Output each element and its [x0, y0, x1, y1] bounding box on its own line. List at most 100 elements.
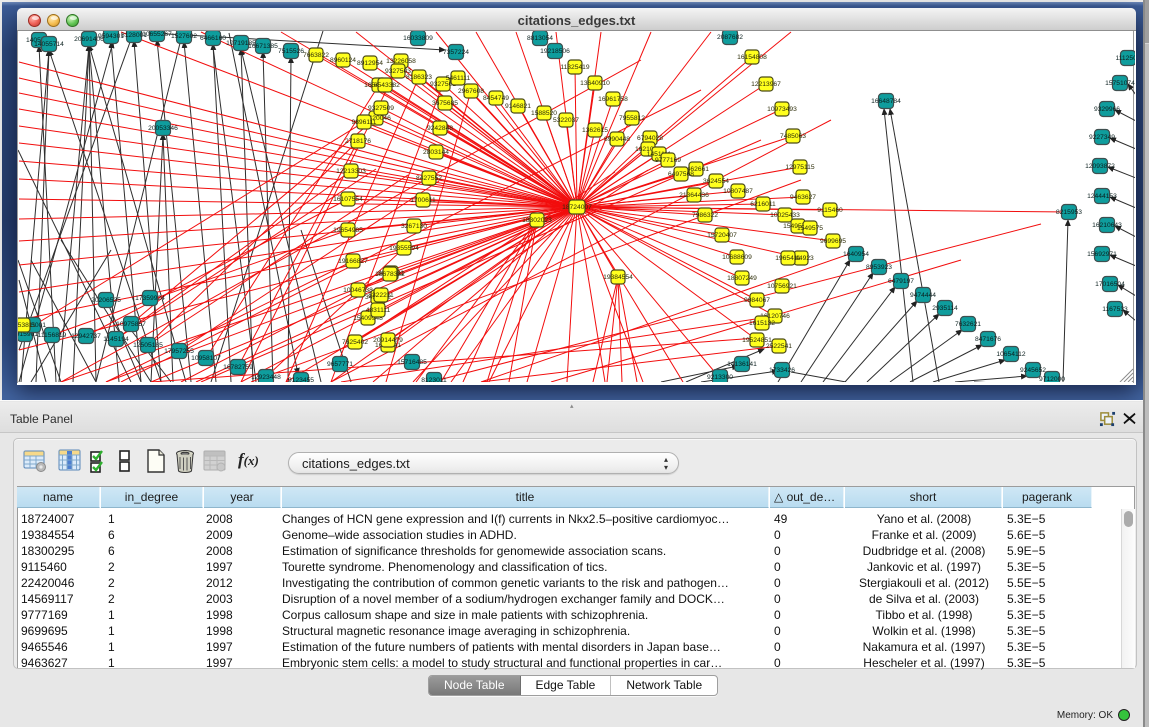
svg-text:10958107: 10958107 — [191, 355, 221, 362]
svg-text:7357224: 7357224 — [443, 49, 469, 56]
svg-text:1640954: 1640954 — [843, 251, 869, 258]
svg-text:7986322: 7986322 — [692, 212, 718, 219]
svg-text:6466160: 6466160 — [200, 35, 226, 42]
svg-text:16543382: 16543382 — [370, 82, 400, 89]
svg-text:9084067: 9084067 — [744, 297, 770, 304]
svg-text:6497568: 6497568 — [668, 171, 694, 178]
svg-text:7663822: 7663822 — [303, 52, 329, 59]
svg-text:10756921: 10756921 — [767, 283, 797, 290]
svg-text:18807249: 18807249 — [727, 275, 757, 282]
svg-text:2087682: 2087682 — [717, 34, 743, 41]
svg-text:1700611: 1700611 — [410, 197, 436, 204]
svg-text:7632621: 7632621 — [955, 321, 981, 328]
svg-text:19166827: 19166827 — [338, 258, 368, 265]
svg-text:7955812: 7955812 — [619, 115, 645, 122]
svg-text:12093872: 12093872 — [1085, 163, 1115, 170]
svg-text:20914479: 20914479 — [373, 337, 403, 344]
svg-text:16648784: 16648784 — [871, 98, 901, 105]
svg-text:19355594: 19355594 — [389, 245, 419, 252]
svg-text:7485063: 7485063 — [780, 133, 806, 140]
svg-text:15720407: 15720407 — [707, 232, 737, 239]
svg-text:9115460: 9115460 — [817, 207, 843, 214]
svg-text:21364436: 21364436 — [679, 192, 709, 199]
svg-text:2935114: 2935114 — [932, 305, 958, 312]
svg-text:8953923: 8953923 — [866, 264, 892, 271]
svg-text:1527602: 1527602 — [171, 33, 197, 40]
svg-text:8912954: 8912954 — [357, 60, 383, 67]
svg-text:11325419: 11325419 — [560, 64, 590, 71]
svg-text:12213303: 12213303 — [336, 168, 366, 175]
svg-text:9327509: 9327509 — [368, 105, 394, 112]
svg-text:8215953: 8215953 — [1056, 209, 1082, 216]
svg-text:2803144: 2803144 — [423, 149, 449, 156]
svg-text:9712000: 9712000 — [1039, 376, 1065, 382]
svg-text:16961758: 16961758 — [598, 96, 628, 103]
svg-text:12923448: 12923448 — [251, 374, 281, 381]
svg-text:2522541: 2522541 — [766, 343, 792, 350]
svg-text:8322211: 8322211 — [368, 292, 394, 299]
svg-text:18302023: 18302023 — [522, 217, 552, 224]
svg-text:1965411: 1965411 — [775, 255, 801, 262]
svg-text:19654985: 19654985 — [333, 227, 363, 234]
svg-text:8186323: 8186323 — [406, 74, 432, 81]
svg-text:15716485: 15716485 — [397, 359, 427, 366]
svg-text:20206535: 20206535 — [91, 297, 121, 304]
svg-text:3624554: 3624554 — [703, 178, 729, 185]
svg-text:16782759: 16782759 — [223, 364, 253, 371]
svg-text:16154808: 16154808 — [737, 54, 767, 61]
svg-text:5461111: 5461111 — [446, 75, 471, 82]
svg-text:1145194: 1145194 — [103, 336, 129, 343]
svg-text:12505185: 12505185 — [133, 342, 163, 349]
svg-text:3675685: 3675685 — [432, 100, 458, 107]
svg-text:9474444: 9474444 — [910, 292, 936, 299]
svg-text:12444153: 12444153 — [1087, 193, 1117, 200]
svg-text:8960124: 8960124 — [330, 57, 356, 64]
svg-text:14136141: 14136141 — [727, 361, 757, 368]
svg-text:10688609: 10688609 — [722, 254, 752, 261]
svg-text:6216011: 6216011 — [750, 201, 776, 208]
svg-text:19218506: 19218506 — [540, 48, 570, 55]
svg-text:15751074: 15751074 — [1105, 80, 1135, 87]
svg-text:17016504: 17016504 — [1095, 281, 1125, 288]
svg-text:5322037: 5322037 — [553, 117, 579, 124]
svg-text:8427552: 8427552 — [416, 175, 442, 182]
svg-text:6794028: 6794028 — [637, 135, 663, 142]
svg-text:8813054: 8813054 — [527, 35, 553, 42]
svg-text:2718176: 2718176 — [345, 138, 371, 145]
svg-text:9123455: 9123455 — [288, 377, 314, 382]
svg-text:1549575: 1549575 — [797, 225, 823, 232]
svg-text:7515526: 7515526 — [278, 48, 304, 55]
svg-text:11156819: 11156819 — [38, 332, 67, 339]
svg-text:17359924: 17359924 — [135, 295, 165, 302]
svg-text:8454749: 8454749 — [483, 95, 509, 102]
svg-text:9657771: 9657771 — [327, 361, 353, 368]
svg-text:10973493: 10973493 — [767, 106, 797, 113]
svg-text:1615132: 1615132 — [749, 320, 775, 327]
svg-text:9463627: 9463627 — [790, 194, 816, 201]
svg-text:9699695: 9699695 — [820, 238, 846, 245]
svg-text:10654112: 10654112 — [996, 351, 1026, 358]
svg-text:18678332: 18678332 — [375, 271, 405, 278]
svg-text:1167533: 1167533 — [1102, 306, 1128, 313]
svg-text:16033809: 16033809 — [403, 35, 433, 42]
svg-text:17957255: 17957255 — [164, 348, 194, 355]
svg-text:7625402: 7625402 — [342, 339, 368, 346]
svg-text:9242848: 9242848 — [427, 125, 453, 132]
svg-text:10975857: 10975857 — [116, 321, 146, 328]
svg-text:16210643: 16210643 — [1092, 222, 1122, 229]
svg-text:1588520: 1588520 — [531, 110, 557, 117]
svg-text:15692971: 15692971 — [1087, 251, 1117, 258]
svg-text:10807487: 10807487 — [723, 188, 753, 195]
svg-text:6479197: 6479197 — [888, 278, 914, 285]
svg-text:1853811: 1853811 — [18, 322, 36, 329]
svg-text:9777169: 9777169 — [655, 157, 681, 164]
svg-text:4831111: 4831111 — [366, 307, 391, 314]
svg-text:12975115: 12975115 — [785, 164, 815, 171]
svg-text:14055714: 14055714 — [34, 41, 64, 48]
svg-text:1112503: 1112503 — [1115, 55, 1135, 62]
svg-text:8123011: 8123011 — [421, 377, 447, 382]
svg-text:16107554: 16107554 — [333, 196, 363, 203]
svg-text:9245652: 9245652 — [1020, 367, 1046, 374]
svg-text:9896111: 9896111 — [351, 119, 376, 126]
svg-text:1362615: 1362615 — [582, 127, 608, 134]
